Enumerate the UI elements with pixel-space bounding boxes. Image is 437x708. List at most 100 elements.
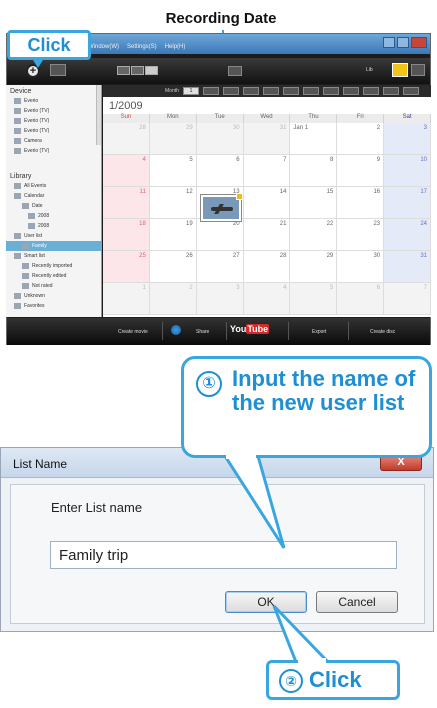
month-button[interactable] (403, 87, 419, 95)
cancel-button[interactable]: Cancel (316, 591, 398, 613)
calendar-day-cell[interactable]: 22 (290, 219, 338, 251)
calendar-day-cell[interactable]: 29 (290, 251, 338, 283)
calendar-day-cell[interactable]: 10 (384, 155, 431, 187)
calendar-day-cell[interactable]: 28 (103, 123, 150, 155)
calendar-day-cell[interactable]: 14 (243, 187, 291, 219)
month-button[interactable] (243, 87, 259, 95)
calendar-day-cell[interactable]: 26 (149, 251, 197, 283)
calendar-day-cell[interactable]: 24 (384, 219, 431, 251)
calendar-day-number: 7 (283, 157, 287, 163)
month-button[interactable] (363, 87, 379, 95)
calendar-day-cell[interactable]: 5 (149, 155, 197, 187)
calendar-day-cell[interactable]: 5 (290, 283, 338, 315)
month-button[interactable] (383, 87, 399, 95)
ok-button[interactable]: OK (225, 591, 307, 613)
calendar-day-cell[interactable]: 28 (243, 251, 291, 283)
calendar-day-cell[interactable]: 19 (149, 219, 197, 251)
create-disc-button[interactable]: Create disc (370, 329, 395, 335)
sidebar-item-user-list[interactable]: User list (6, 231, 101, 241)
sidebar-item-recently-edited[interactable]: Recently edited (6, 271, 101, 281)
sidebar-item-recently-imported[interactable]: Recently imported (6, 261, 101, 271)
sidebar-item-device[interactable]: Everio (TV) (6, 146, 101, 156)
calendar-day-cell[interactable]: 17 (384, 187, 431, 219)
export-button[interactable]: Export (312, 329, 326, 335)
calendar-day-cell[interactable]: 12 (149, 187, 197, 219)
calendar-day-cell[interactable]: 21 (243, 219, 291, 251)
menu-window[interactable]: Window(W) (88, 44, 119, 50)
month-button[interactable] (303, 87, 319, 95)
sidebar-item-all-events[interactable]: All Events (6, 181, 101, 191)
sidebar-item-favorites[interactable]: Favorites (6, 301, 101, 311)
calendar-day-cell[interactable]: 15 (290, 187, 338, 219)
calendar-day-cell[interactable]: 2 (149, 283, 197, 315)
month-1-button[interactable]: 1 (183, 87, 199, 95)
sidebar-item-date[interactable]: Date (6, 201, 101, 211)
calendar-day-cell[interactable]: 7 (384, 283, 431, 315)
view-thumbnail-button[interactable] (117, 66, 130, 75)
calendar-day-cell[interactable]: Jan 1 (290, 123, 338, 155)
weekday-mon: Mon (149, 114, 197, 123)
calendar-day-cell[interactable]: 6 (196, 155, 244, 187)
calendar-day-cell[interactable]: 4 (103, 155, 150, 187)
sidebar-item-unknown[interactable]: Unknown (6, 291, 101, 301)
calendar-day-cell[interactable]: 9 (337, 155, 385, 187)
youtube-upload-button[interactable]: YouTube (230, 324, 270, 334)
calendar-day-cell[interactable]: 23 (337, 219, 385, 251)
calendar-day-cell[interactable]: 1 (103, 283, 150, 315)
calendar-day-cell[interactable]: 29 (149, 123, 197, 155)
calendar-day-cell[interactable]: 31 (384, 251, 431, 283)
calendar-day-number: 10 (420, 157, 427, 163)
sidebar-scrollbar[interactable] (96, 85, 101, 145)
sidebar-item-device[interactable]: Camera (6, 136, 101, 146)
month-button[interactable] (323, 87, 339, 95)
create-movie-button[interactable]: Create movie (118, 329, 148, 335)
list-name-input[interactable] (50, 541, 397, 569)
calendar-day-cell[interactable]: 18 (103, 219, 150, 251)
calendar-day-cell[interactable]: 4 (243, 283, 291, 315)
calendar-day-cell[interactable]: 3 (384, 123, 431, 155)
app-bottom-bar (7, 318, 430, 345)
close-window-icon[interactable] (411, 37, 427, 48)
toolbar-center-button[interactable] (228, 66, 242, 76)
view-calendar-button[interactable] (145, 66, 158, 75)
calendar-day-cell[interactable]: 16 (337, 187, 385, 219)
view-list-button[interactable] (131, 66, 144, 75)
calendar-day-cell[interactable]: 20 (196, 219, 244, 251)
calendar-day-cell[interactable]: 7 (243, 155, 291, 187)
sidebar-item-device[interactable]: Everio (TV) (6, 106, 101, 116)
menu-settings[interactable]: Settings(S) (127, 44, 157, 50)
calendar-day-cell[interactable]: 6 (337, 283, 385, 315)
toolbar-list-button[interactable] (50, 64, 66, 76)
sidebar-item-smart-list[interactable]: Smart list (6, 251, 101, 261)
calendar-day-cell[interactable]: 11 (103, 187, 150, 219)
sidebar-item-new-list[interactable]: Family (6, 241, 101, 251)
weekday-thu: Thu (290, 114, 338, 123)
maximize-icon[interactable] (397, 37, 409, 48)
calendar-day-cell[interactable]: 25 (103, 251, 150, 283)
calendar-day-cell[interactable]: 2 (337, 123, 385, 155)
sidebar-item-year[interactable]: 2008 (6, 221, 101, 231)
video-thumbnail[interactable] (201, 193, 243, 221)
month-button[interactable] (283, 87, 299, 95)
sidebar-item-year[interactable]: 2008 (6, 211, 101, 221)
sidebar-item-calendar[interactable]: Calendar (6, 191, 101, 201)
month-button[interactable] (223, 87, 239, 95)
share-button[interactable]: Share (196, 329, 209, 335)
calendar-day-cell[interactable]: 3 (196, 283, 244, 315)
sidebar-item-not-rated[interactable]: Not rated (6, 281, 101, 291)
calendar-day-cell[interactable]: 30 (337, 251, 385, 283)
sidebar-item-device[interactable]: Everio (TV) (6, 116, 101, 126)
toolbar-zoom-button[interactable] (411, 64, 425, 76)
month-button[interactable] (203, 87, 219, 95)
month-button[interactable] (263, 87, 279, 95)
calendar-day-cell[interactable]: 31 (243, 123, 291, 155)
month-button[interactable] (343, 87, 359, 95)
sidebar-item-device[interactable]: Everio (6, 96, 101, 106)
sidebar-item-device[interactable]: Everio (TV) (6, 126, 101, 136)
menu-help[interactable]: Help(H) (165, 44, 186, 50)
minimize-icon[interactable] (383, 37, 395, 48)
calendar-day-cell[interactable]: 8 (290, 155, 338, 187)
thumbnail-size-icon[interactable] (392, 63, 408, 77)
calendar-day-cell[interactable]: 30 (196, 123, 244, 155)
calendar-day-cell[interactable]: 27 (196, 251, 244, 283)
